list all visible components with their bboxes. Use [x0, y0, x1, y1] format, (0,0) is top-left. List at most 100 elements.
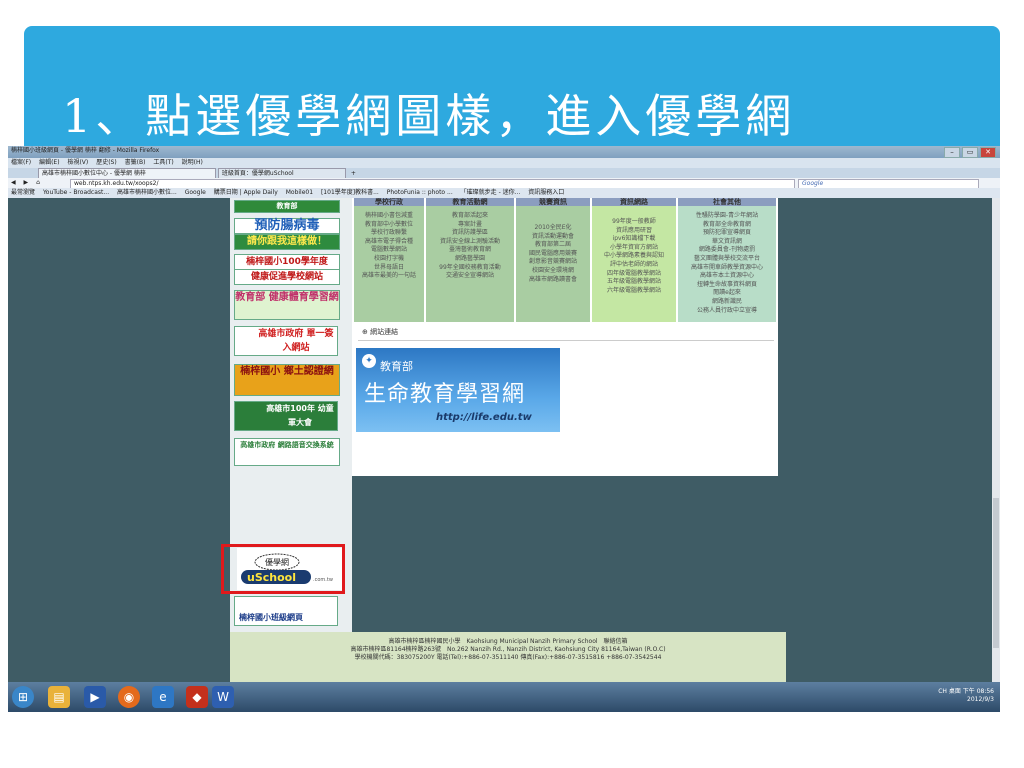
bookmark-item[interactable]: [101學年度]教科書...: [318, 188, 382, 198]
desktop-label[interactable]: 桌面: [949, 688, 961, 695]
menu-history[interactable]: 歷史(S): [93, 158, 120, 168]
category-link[interactable]: 教育部第二屆: [516, 241, 590, 250]
menu-help[interactable]: 說明(H): [179, 158, 206, 168]
category-link[interactable]: 資訊應用研習: [592, 227, 676, 236]
bookmark-item[interactable]: 「璀璨就步走 - 迷你...: [458, 188, 524, 198]
footer-line-contact: 學校機關代碼：383075200Y 電話(Tel):+886-07-351114…: [354, 654, 662, 661]
category-link[interactable]: 99年全國校務教育活動: [426, 264, 514, 273]
back-icon[interactable]: ◀: [8, 178, 19, 188]
category-link[interactable]: 六年級電腦教學網站: [592, 287, 676, 296]
category-link[interactable]: 預防犯罪宣導網頁: [678, 229, 776, 238]
category-link[interactable]: 高雄市本土資源中心: [678, 272, 776, 281]
search-input[interactable]: Google: [798, 179, 979, 188]
category-link[interactable]: 高雄市開車師教學資源中心: [678, 264, 776, 273]
category-link[interactable]: 藝文團體與學校交流平台: [678, 255, 776, 264]
url-input[interactable]: web.ntps.kh.edu.tw/xoops2/: [70, 179, 795, 188]
home-icon[interactable]: ⌂: [33, 178, 43, 188]
sidebar-banner-enterovirus[interactable]: 預防腸病毒: [234, 218, 340, 234]
category-link[interactable]: 四年級電腦教學網站: [592, 270, 676, 279]
browser-window: 楠梓國小班級網頁 - 優學網 楠梓 翻修 - Mozilla Firefox –…: [8, 146, 1000, 682]
menu-tools[interactable]: 工具(T): [150, 158, 176, 168]
category-link[interactable]: 世界母語日: [354, 264, 424, 273]
category-link[interactable]: 教育部全命教育網: [678, 221, 776, 230]
category-link[interactable]: 高雄市最美的一句話: [354, 272, 424, 281]
sidebar-banner-class-pages[interactable]: 楠梓國小班級網頁: [234, 596, 338, 626]
category-link[interactable]: 性騷防學園-青少年網站: [678, 212, 776, 221]
sidebar-banner-voice-system[interactable]: 高雄市政府 網路語音交換系統: [234, 438, 340, 466]
menu-bar: 檔案(F) 編輯(E) 檢視(V) 歷史(S) 書籤(B) 工具(T) 說明(H…: [8, 158, 1000, 168]
category-heading: 學校行政: [354, 198, 424, 206]
bookmark-item[interactable]: PhotoFunia :: photo ...: [384, 188, 456, 198]
bookmark-item[interactable]: Google: [182, 188, 209, 198]
maximize-button[interactable]: ▭: [962, 147, 978, 158]
category-link[interactable]: 學校行政聯繫: [354, 229, 424, 238]
bookmark-item[interactable]: Mobile01: [283, 188, 316, 198]
firefox-icon[interactable]: ◉: [118, 686, 140, 708]
bookmark-item[interactable]: 最常瀏覽: [8, 188, 38, 198]
life-banner-title: 生命教育學習網: [364, 382, 526, 407]
category-education: 教育活動網 教育部活起來 專案計畫 資訊防護學區 資訊安全線上測驗活動 臺灣藝術…: [426, 198, 514, 322]
category-link[interactable]: 交通安全宣導網站: [426, 272, 514, 281]
close-button[interactable]: ✕: [980, 147, 996, 158]
media-player-icon[interactable]: ▶: [84, 686, 106, 708]
bookmark-item[interactable]: YouTube - Broadcast...: [40, 188, 112, 198]
sidebar-banner-health-title[interactable]: 楠梓國小100學年度: [234, 254, 340, 270]
bookmark-item[interactable]: 資訊服務入口: [525, 188, 567, 198]
ime-indicator[interactable]: CH: [938, 688, 947, 695]
category-link[interactable]: 資訊活動運動會: [516, 233, 590, 242]
category-link[interactable]: 校園打字機: [354, 255, 424, 264]
menu-bookmarks[interactable]: 書籤(B): [122, 158, 149, 168]
sidebar-banner-local-culture[interactable]: 楠梓國小 鄉土認證網: [234, 364, 340, 396]
sidebar-banner-hygiene[interactable]: 請你跟我這樣做！: [234, 234, 340, 250]
category-link[interactable]: 專案計畫: [426, 221, 514, 230]
moe-seal-icon: ✦: [362, 354, 376, 368]
category-link[interactable]: 高雄市網路讀書會: [516, 276, 590, 285]
category-link[interactable]: 中小學網路素養與認知: [592, 252, 676, 261]
menu-view[interactable]: 檢視(V): [64, 158, 91, 168]
category-link[interactable]: 資訊防護學區: [426, 229, 514, 238]
category-link[interactable]: 99年度一般教師: [592, 218, 676, 227]
category-link[interactable]: 教育部活起來: [426, 212, 514, 221]
word-icon[interactable]: W: [212, 686, 234, 708]
forward-icon[interactable]: ▶: [21, 178, 32, 188]
clock-date[interactable]: 2012/9/3: [967, 696, 994, 703]
tab-nanzih[interactable]: 高雄市楠梓國小數位中心 - 優學網 楠梓: [38, 168, 216, 178]
clock-time[interactable]: 下午 08:56: [963, 688, 994, 695]
category-link[interactable]: 網路委員會-刊物處罰: [678, 246, 776, 255]
sidebar-banner-kaohsiung-sso[interactable]: 高雄市政府 單一簽入網站: [234, 326, 338, 356]
tab-uschool[interactable]: 班級首頁：優學網uSchool: [217, 168, 346, 178]
category-link[interactable]: 網路藝學園: [426, 255, 514, 264]
category-link[interactable]: 公務人員行政中立宣導: [678, 307, 776, 316]
sidebar-banner-cub-scout[interactable]: 高雄市100年 幼童軍大會: [234, 401, 338, 431]
sidebar-banner-pe[interactable]: 教育部 健康體育學習網: [234, 290, 340, 320]
pdf-icon[interactable]: ◆: [186, 686, 208, 708]
category-competitions: 競賽資訊 2010全民E化 資訊活動運動會 教育部第二屆 國民電腦應用競賽 創意…: [516, 198, 590, 322]
category-link[interactable]: 校園安全環境網: [516, 267, 590, 276]
explorer-icon[interactable]: ▤: [48, 686, 70, 708]
category-link[interactable]: 楠梓國小書包減重: [354, 212, 424, 221]
page-scrollbar[interactable]: [992, 198, 1000, 682]
category-link[interactable]: 網路新識民: [678, 298, 776, 307]
start-button[interactable]: ⊞: [12, 686, 34, 708]
links-section-title[interactable]: ⊕ 網站連結: [362, 327, 398, 337]
category-link[interactable]: 2010全民E化: [516, 224, 590, 233]
category-link[interactable]: ipv6知識檔下載: [592, 235, 676, 244]
bookmark-item[interactable]: 高雄市楠梓國小數位...: [114, 188, 180, 198]
category-link[interactable]: 五年級電腦教學網站: [592, 278, 676, 287]
category-link[interactable]: 臺灣藝術教育網: [426, 246, 514, 255]
menu-edit[interactable]: 編輯(E): [36, 158, 62, 168]
category-link[interactable]: 教育部中小學數位: [354, 221, 424, 230]
menu-file[interactable]: 檔案(F): [8, 158, 34, 168]
sidebar-banner-health-school[interactable]: 健康促進學校網站: [234, 269, 340, 285]
category-link[interactable]: 創意影音競賽網站: [516, 258, 590, 267]
sidebar-banner-moe[interactable]: 教育部: [234, 200, 340, 213]
life-banner-url: http://life.edu.tw: [436, 412, 532, 423]
category-link[interactable]: 電腦數學網站: [354, 246, 424, 255]
category-link[interactable]: 閱讀e起來: [678, 289, 776, 298]
bookmark-item[interactable]: 購票日期 | Apple Daily: [211, 188, 281, 198]
category-link[interactable]: 評中估老師的網站: [592, 261, 676, 270]
new-tab-button[interactable]: +: [348, 169, 359, 178]
scrollbar-thumb[interactable]: [993, 498, 999, 648]
ie-icon[interactable]: e: [152, 686, 174, 708]
minimize-button[interactable]: –: [944, 147, 960, 158]
